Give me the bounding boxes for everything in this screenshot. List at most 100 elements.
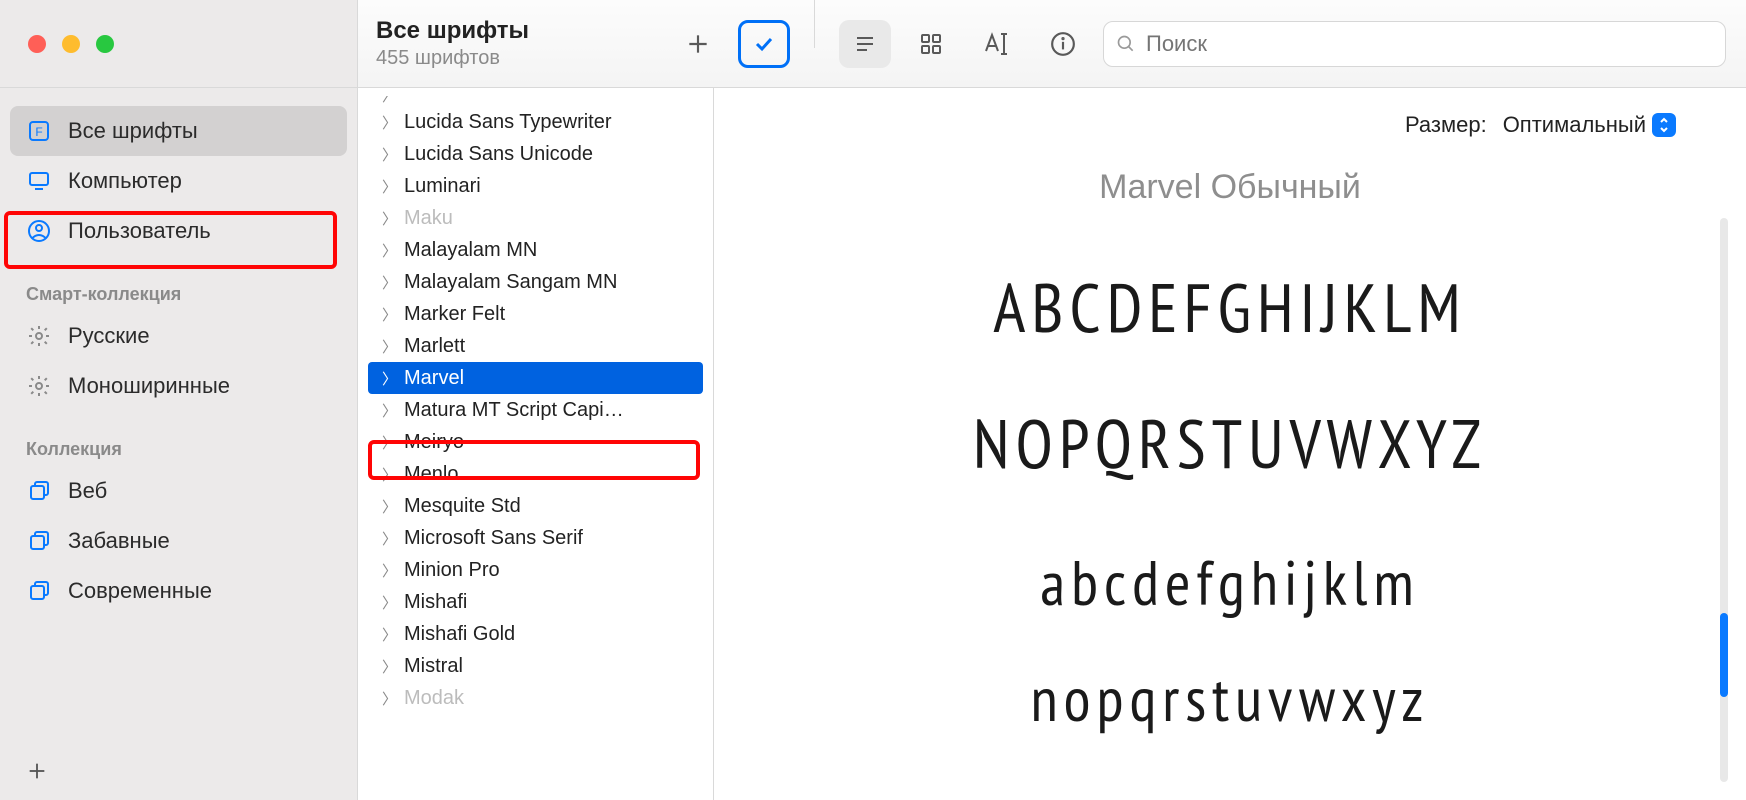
sidebar-item-label: Пользователь (68, 218, 211, 244)
sidebar-item[interactable]: Забавные (0, 516, 357, 566)
chevron-right-icon: 〉 (382, 144, 392, 165)
sidebar-item[interactable]: Современные (0, 566, 357, 616)
close-window-button[interactable] (28, 35, 46, 53)
chevron-right-icon: 〉 (382, 432, 392, 453)
zoom-window-button[interactable] (96, 35, 114, 53)
sidebar-item-label: Все шрифты (68, 118, 198, 144)
enable-toggle-button[interactable] (738, 20, 790, 68)
font-list-item[interactable]: 〉Lucida Sans Unicode (358, 138, 713, 170)
title-section: Все шрифты 455 шрифтов (358, 0, 658, 87)
gear-icon (26, 373, 52, 399)
font-list-item[interactable]: 〉Matura MT Script Capi… (358, 394, 713, 426)
toolbar-group-view (825, 0, 1103, 87)
sidebar-item[interactable]: Русские (0, 311, 357, 361)
view-custom-button[interactable] (971, 20, 1023, 68)
font-name: Mistral (404, 655, 463, 678)
font-list-item[interactable]: 〉 Mesquite Std (358, 490, 713, 522)
font-name: Meiryo (404, 431, 464, 454)
chevron-right-icon: 〉 (382, 528, 392, 549)
font-list-item[interactable]: 〉Malayalam Sangam MN (358, 266, 713, 298)
sidebar-item[interactable]: Компьютер (0, 156, 357, 206)
font-list[interactable]: 〉Lucida Sans〉Lucida Sans Typewriter〉Luci… (358, 88, 714, 800)
gear-icon (26, 323, 52, 349)
font-list-item[interactable]: 〉Marker Felt (358, 298, 713, 330)
chevron-right-icon: 〉 (382, 688, 392, 709)
add-button[interactable] (672, 20, 724, 68)
font-list-item[interactable]: 〉Mishafi (358, 586, 713, 618)
font-list-item[interactable]: 〉Mishafi Gold (358, 618, 713, 650)
chevron-right-icon: 〉 (382, 272, 392, 293)
preview-line: ABCDEFGHIJKLM (754, 263, 1706, 351)
font-name: Minion Pro (404, 559, 500, 582)
font-list-item[interactable]: 〉 Marvel (368, 362, 703, 394)
preview-title: Marvel Обычный (754, 168, 1706, 207)
font-name: Malayalam MN (404, 239, 537, 262)
font-list-item[interactable]: 〉Menlo (358, 458, 713, 490)
font-list-item[interactable]: 〉Malayalam MN (358, 234, 713, 266)
size-label: Размер: (1405, 112, 1487, 138)
search-icon (1116, 34, 1136, 54)
titlebar: Все шрифты 455 шрифтов (0, 0, 1746, 88)
chevron-updown-icon (1652, 113, 1676, 137)
font-list-item[interactable]: 〉 Meiryo (358, 426, 713, 458)
preview-line: NOPQRSTUVWXYZ (754, 399, 1706, 487)
font-name: Luminari (404, 175, 481, 198)
chevron-right-icon: 〉 (382, 336, 392, 357)
font-name: Microsoft Sans Serif (404, 527, 583, 550)
font-name: Marker Felt (404, 303, 505, 326)
font-list-item[interactable]: 〉 Luminari (358, 170, 713, 202)
font-name: Mishafi (404, 591, 467, 614)
chevron-right-icon: 〉 (382, 496, 392, 517)
font-list-item[interactable]: 〉 Microsoft Sans Serif (358, 522, 713, 554)
sidebar-item-label: Русские (68, 323, 150, 349)
search-field[interactable] (1103, 21, 1726, 67)
sidebar-item[interactable]: Моноширинные (0, 361, 357, 411)
stack-icon (26, 578, 52, 604)
window-controls (0, 0, 358, 87)
chevron-right-icon: 〉 (382, 656, 392, 677)
search-input[interactable] (1146, 31, 1713, 57)
stack-icon (26, 528, 52, 554)
display-icon (26, 168, 52, 194)
font-name: Lucida Sans Typewriter (404, 111, 612, 134)
sidebar: F Все шрифты Компьютер Пользователь Смарт-к… (0, 88, 358, 800)
chevron-right-icon: 〉 (382, 208, 392, 229)
view-grid-button[interactable] (905, 20, 957, 68)
font-name: Marvel (404, 367, 464, 390)
sidebar-item[interactable]: Веб (0, 466, 357, 516)
chevron-right-icon: 〉 (382, 176, 392, 197)
font-name: Menlo (404, 463, 458, 486)
chevron-right-icon: 〉 (382, 400, 392, 421)
font-name: Mesquite Std (404, 495, 521, 518)
sidebar-item[interactable]: Пользователь (0, 206, 357, 256)
sidebar-item-label: Компьютер (68, 168, 182, 194)
view-sample-button[interactable] (839, 20, 891, 68)
font-list-item[interactable]: 〉 Mistral (358, 650, 713, 682)
font-square-icon: F (26, 118, 52, 144)
chevron-right-icon: 〉 (382, 112, 392, 133)
font-list-item[interactable]: 〉Lucida Sans (358, 96, 713, 106)
sidebar-item-label: Веб (68, 478, 107, 504)
content: F Все шрифты Компьютер Пользователь Смарт-к… (0, 88, 1746, 800)
font-list-item[interactable]: 〉 Lucida Sans Typewriter (358, 106, 713, 138)
font-list-item[interactable]: 〉Maku (358, 202, 713, 234)
font-list-item[interactable]: 〉Marlett (358, 330, 713, 362)
size-select[interactable]: Оптимальный (1503, 112, 1676, 138)
chevron-right-icon: 〉 (382, 368, 392, 389)
sidebar-heading-collection: Коллекция (0, 439, 357, 460)
minimize-window-button[interactable] (62, 35, 80, 53)
font-list-item[interactable]: 〉Modak (358, 682, 713, 714)
size-slider-track[interactable] (1720, 218, 1728, 782)
sidebar-item-label: Современные (68, 578, 212, 604)
toolbar-separator (814, 0, 815, 48)
add-collection-button[interactable] (26, 760, 48, 782)
sidebar-item[interactable]: F Все шрифты (10, 106, 347, 156)
info-button[interactable] (1037, 20, 1089, 68)
window-title: Все шрифты (376, 17, 640, 45)
search-wrap (1103, 0, 1746, 87)
font-list-item[interactable]: 〉Minion Pro (358, 554, 713, 586)
chevron-right-icon: 〉 (382, 624, 392, 645)
sidebar-heading-smart: Смарт-коллекция (0, 284, 357, 305)
chevron-right-icon: 〉 (382, 96, 392, 106)
size-slider-thumb[interactable] (1720, 613, 1728, 698)
